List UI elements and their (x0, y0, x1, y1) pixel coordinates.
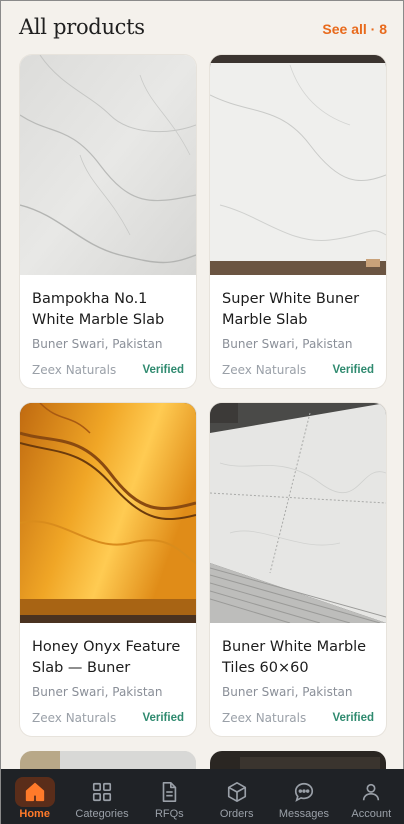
product-seller: Zeex Naturals (222, 711, 307, 725)
verified-badge: Verified (332, 712, 374, 724)
product-image-marble-tiles (210, 403, 386, 623)
product-card-peek[interactable] (20, 751, 196, 771)
product-seller: Zeex Naturals (32, 711, 117, 725)
nav-item-home[interactable]: Home (2, 777, 68, 823)
section-title: All products (19, 15, 145, 39)
product-title-line: Bampokha No.1 (32, 291, 148, 307)
home-icon (25, 782, 44, 802)
product-card[interactable]: Honey Onyx Feature Slab — Buner Buner Sw… (20, 403, 196, 736)
product-seller: Zeex Naturals (32, 363, 117, 377)
chat-icon (294, 782, 314, 802)
nav-item-categories[interactable]: Categories (69, 777, 135, 823)
product-location: Buner Swari, Pakistan (222, 685, 353, 699)
product-title-line: White Marble Slab (32, 312, 165, 328)
section-header: All products See all · 8 (1, 1, 404, 55)
nav-item-messages[interactable]: Messages (271, 777, 337, 823)
product-title: Super White Buner Marble Slab (222, 289, 374, 331)
product-image-white-marble (20, 55, 196, 275)
product-card[interactable]: Bampokha No.1 White Marble Slab Buner Sw… (20, 55, 196, 388)
nav-item-orders[interactable]: Orders (204, 777, 270, 823)
verified-badge: Verified (332, 364, 374, 376)
nav-label: Orders (219, 808, 254, 820)
product-location: Buner Swari, Pakistan (32, 337, 163, 351)
product-title-line: Slab — Buner (32, 660, 131, 676)
product-title: Buner White Marble Tiles 60×60 (222, 637, 374, 679)
verified-badge: Verified (142, 364, 184, 376)
product-image-honey-onyx (20, 403, 196, 623)
user-icon (363, 783, 380, 801)
nav-item-rfqs[interactable]: RFQs (136, 777, 202, 823)
grid-icon (92, 782, 112, 802)
product-image-super-white-marble (210, 55, 386, 275)
product-location: Buner Swari, Pakistan (32, 685, 163, 699)
nav-label: Categories (75, 808, 129, 820)
verified-badge: Verified (142, 712, 184, 724)
nav-item-account[interactable]: Account (338, 777, 404, 823)
product-seller: Zeex Naturals (222, 363, 307, 377)
product-card[interactable]: Super White Buner Marble Slab Buner Swar… (210, 55, 386, 388)
product-card-peek[interactable] (210, 751, 386, 771)
nav-label: Messages (278, 808, 330, 820)
product-card[interactable]: Buner White Marble Tiles 60×60 Buner Swa… (210, 403, 386, 736)
product-title-line: Tiles 60×60 (222, 660, 309, 676)
product-title-line: Honey Onyx Feature (32, 639, 181, 655)
product-location: Buner Swari, Pakistan (222, 337, 353, 351)
nav-label: Account (351, 808, 392, 820)
product-title: Bampokha No.1 White Marble Slab (32, 289, 184, 331)
product-title-line: Marble Slab (222, 312, 308, 328)
nav-label: Home (19, 808, 50, 820)
box-icon (227, 782, 246, 802)
nav-label: RFQs (154, 808, 184, 820)
product-title-line: Buner White Marble (222, 639, 367, 655)
product-title: Honey Onyx Feature Slab — Buner (32, 637, 184, 679)
document-icon (162, 782, 177, 802)
bottom-nav: Home Categories RFQs Orders Messages Acc… (1, 769, 404, 824)
see-all-link[interactable]: See all · 8 (322, 21, 387, 37)
product-title-line: Super White Buner (222, 291, 360, 307)
